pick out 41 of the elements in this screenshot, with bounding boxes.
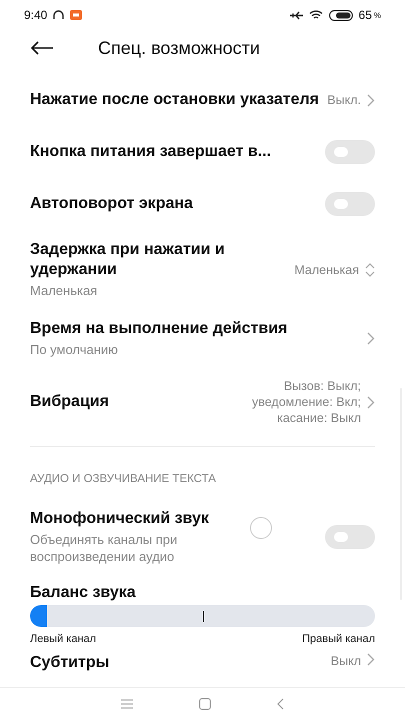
headphones-icon bbox=[53, 10, 64, 20]
setting-value: Выкл. bbox=[327, 92, 361, 108]
airplane-icon bbox=[290, 10, 303, 20]
toggle-switch[interactable] bbox=[325, 192, 375, 216]
battery-icon bbox=[328, 10, 353, 20]
setting-title: Кнопка питания завершает в... bbox=[30, 142, 272, 162]
balance-slider[interactable] bbox=[30, 605, 375, 627]
page-title: Спец. возможности bbox=[98, 38, 260, 58]
battery-unit: % bbox=[374, 10, 381, 20]
wifi-icon bbox=[308, 10, 323, 20]
battery-level: 65 bbox=[358, 8, 372, 22]
toggle-switch[interactable] bbox=[325, 140, 375, 164]
setting-title: Субтитры bbox=[30, 653, 110, 673]
slider-label: Левый канал bbox=[30, 633, 96, 645]
setting-value: Вызов: Выкл; уведомление: Вкл; касание: Выкл bbox=[252, 378, 361, 426]
chevron-icon bbox=[367, 396, 375, 408]
status-time: 9:40 bbox=[24, 8, 48, 22]
setting-title: Автоповорот экрана bbox=[30, 194, 193, 214]
recording-icon bbox=[70, 10, 82, 20]
setting-subtitle: По умолчанию bbox=[30, 341, 119, 358]
setting-value: Выкл bbox=[330, 653, 361, 669]
menu-icon[interactable] bbox=[121, 699, 133, 709]
slider-label: Правый канал bbox=[302, 633, 375, 645]
home-icon[interactable] bbox=[199, 698, 211, 710]
setting-title: Монофонический звук bbox=[30, 509, 209, 529]
setting-title: Задержка при нажатии и удержании bbox=[30, 240, 226, 280]
chevron-icon bbox=[367, 94, 375, 106]
up-down-icon bbox=[365, 262, 375, 276]
chevron-icon bbox=[367, 332, 375, 345]
chevron-icon bbox=[367, 653, 375, 666]
setting-title: Нажатие после остановки указателя bbox=[30, 90, 319, 110]
setting-title: Время на выполнение действия bbox=[30, 319, 288, 339]
floating-circle[interactable] bbox=[250, 517, 272, 539]
setting-value: Маленькая bbox=[294, 262, 359, 278]
back-icon[interactable] bbox=[30, 41, 54, 55]
toggle-switch[interactable] bbox=[325, 525, 375, 549]
setting-subtitle: Объединять каналы при воспроизведении аудио bbox=[30, 531, 178, 565]
setting-subtitle: Маленькая bbox=[30, 282, 98, 299]
setting-title: Вибрация bbox=[30, 392, 109, 412]
setting-title: Баланс звука bbox=[30, 583, 136, 603]
section-header: АУДИО И ОЗВУЧИВАНИЕ ТЕКСТА bbox=[30, 473, 217, 485]
